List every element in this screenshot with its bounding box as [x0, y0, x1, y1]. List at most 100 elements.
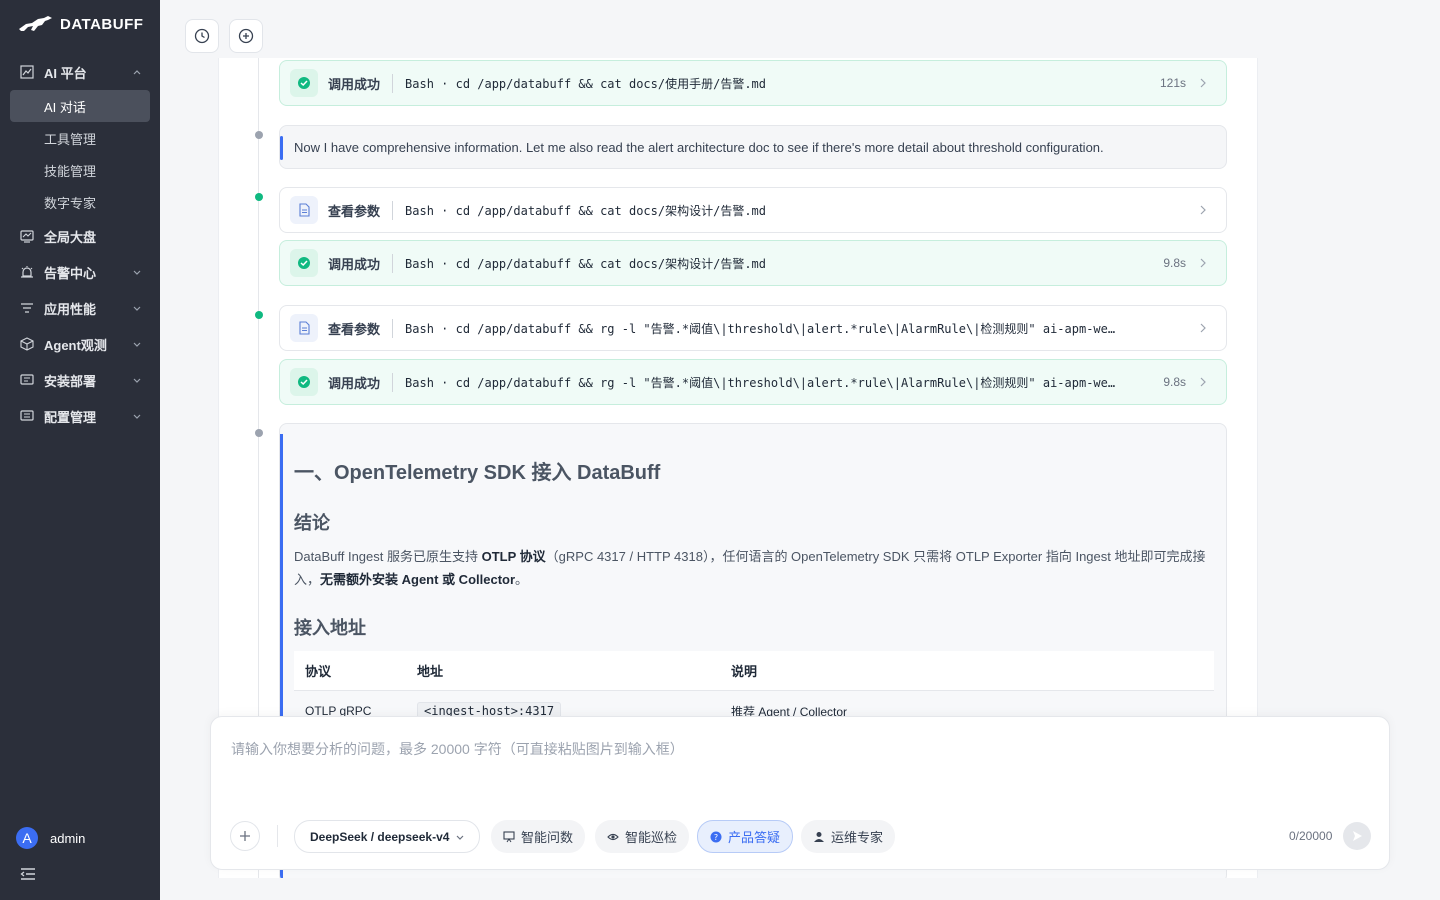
chevron-right-icon — [1200, 377, 1206, 387]
sidebar-item-ai-chat[interactable]: AI 对话 — [10, 90, 150, 122]
mode-label: 智能问数 — [521, 830, 574, 845]
sidebar-item-skill-management[interactable]: 技能管理 — [0, 154, 160, 186]
document-icon — [290, 314, 318, 342]
send-button[interactable] — [1343, 822, 1371, 850]
mode-smart-inspect[interactable]: 智能巡检 — [595, 820, 690, 853]
new-chat-button[interactable] — [229, 19, 263, 53]
history-button[interactable] — [185, 19, 219, 53]
conclusion-paragraph: DataBuff Ingest 服务已原生支持 OTLP 协议（gRPC 431… — [294, 545, 1214, 591]
chevron-up-icon — [132, 67, 142, 77]
model-select[interactable]: DeepSeek / deepseek-v4 — [294, 820, 481, 853]
chevron-down-icon — [456, 835, 464, 840]
tool-call-params-card[interactable]: 查看参数 Bash · cd /app/databuff && rg -l "告… — [279, 305, 1227, 351]
chevron-right-icon — [1200, 323, 1206, 333]
para-text: DataBuff Ingest 服务已原生支持 — [294, 549, 482, 564]
chevron-down-icon — [132, 303, 142, 313]
check-circle-icon — [290, 368, 318, 396]
avatar: A — [16, 827, 38, 849]
sidebar-nav: AI 平台 AI 对话 工具管理 技能管理 数字专家 全局大盘 告警中心 应用性… — [0, 54, 160, 434]
user-profile[interactable]: A admin — [16, 827, 85, 849]
card-duration: 121s — [1159, 76, 1186, 90]
tool-call-params-card[interactable]: 查看参数 Bash · cd /app/databuff && cat docs… — [279, 187, 1227, 233]
conclusion-heading: 结论 — [294, 513, 330, 533]
sidebar: DATABUFF AI 平台 AI 对话 工具管理 技能管理 数字专家 全局大盘 — [0, 0, 160, 900]
agent-icon — [20, 337, 34, 351]
document-icon — [290, 196, 318, 224]
sidebar-group-app-performance[interactable]: 应用性能 — [0, 290, 160, 326]
brand-name: DATABUFF — [60, 15, 144, 33]
apm-icon — [20, 301, 34, 315]
chevron-down-icon — [132, 339, 142, 349]
sidebar-group-ai-platform[interactable]: AI 平台 — [0, 54, 160, 90]
chat-input-box: 请输入你想要分析的问题，最多 20000 字符（可直接粘贴图片到输入框） Dee… — [210, 716, 1390, 870]
sidebar-item-tool-management[interactable]: 工具管理 — [0, 122, 160, 154]
plus-icon — [240, 831, 250, 841]
mode-product-qa[interactable]: ? 产品答疑 — [697, 820, 794, 853]
brand-logo[interactable]: DATABUFF — [18, 12, 143, 36]
model-select-value: DeepSeek / deepseek-v4 — [310, 829, 450, 844]
card-command: Bash · cd /app/databuff && cat docs/使用手册… — [405, 76, 767, 91]
chart-icon — [20, 65, 34, 79]
card-duration: 9.8s — [1163, 375, 1186, 389]
mode-label: 智能巡检 — [625, 830, 678, 845]
address-heading: 接入地址 — [294, 618, 366, 638]
card-title: 调用成功 — [328, 73, 394, 93]
sidebar-group-alert-center[interactable]: 告警中心 — [0, 254, 160, 290]
chevron-right-icon — [1200, 205, 1206, 215]
assistant-thinking-note: Now I have comprehensive information. Le… — [279, 125, 1227, 169]
timeline-dot — [255, 131, 263, 139]
tool-call-success-card[interactable]: 调用成功 Bash · cd /app/databuff && cat docs… — [279, 240, 1227, 286]
sidebar-group-label: 应用性能 — [44, 301, 97, 317]
collapse-sidebar-icon[interactable] — [20, 866, 36, 882]
char-counter: 0/20000 — [1289, 829, 1333, 843]
card-command: Bash · cd /app/databuff && cat docs/架构设计… — [405, 256, 767, 271]
send-icon — [1353, 831, 1362, 841]
sidebar-group-label: Agent观测 — [44, 337, 107, 353]
leopard-logo-icon — [19, 16, 52, 31]
user-name: admin — [50, 830, 86, 846]
attach-button[interactable] — [230, 821, 260, 851]
tool-call-success-card[interactable]: 调用成功 Bash · cd /app/databuff && rg -l "告… — [279, 359, 1227, 405]
chevron-right-icon — [1200, 78, 1206, 88]
svg-text:?: ? — [714, 833, 718, 842]
sidebar-group-label: 全局大盘 — [44, 229, 97, 245]
bar-chart-icon — [503, 830, 515, 843]
card-command: Bash · cd /app/databuff && rg -l "告警.*阈值… — [405, 321, 1116, 336]
table-header-cell: 协议 — [305, 664, 332, 679]
deploy-icon — [20, 373, 34, 387]
config-icon — [20, 409, 34, 423]
question-circle-icon: ? — [710, 831, 722, 843]
para-text: 。 — [515, 572, 529, 587]
chevron-down-icon — [132, 411, 142, 421]
sidebar-group-agent-observe[interactable]: Agent观测 — [0, 326, 160, 362]
mode-label: 运维专家 — [831, 830, 884, 845]
para-bold: OTLP 协议 — [481, 549, 546, 564]
card-duration: 9.8s — [1163, 256, 1186, 270]
sidebar-item-digital-expert[interactable]: 数字专家 — [0, 186, 160, 218]
sidebar-group-install-deploy[interactable]: 安装部署 — [0, 362, 160, 398]
alert-icon — [20, 265, 34, 279]
mode-smart-query[interactable]: 智能问数 — [491, 820, 586, 853]
card-command: Bash · cd /app/databuff && rg -l "告警.*阈值… — [405, 375, 1116, 390]
card-title: 调用成功 — [328, 372, 394, 392]
table-header: 协议 地址 说明 — [294, 651, 1214, 691]
tool-call-success-card[interactable]: 调用成功 Bash · cd /app/databuff && cat docs… — [279, 60, 1227, 106]
sidebar-group-label: 告警中心 — [44, 265, 97, 281]
sidebar-group-label: AI 平台 — [44, 65, 87, 81]
chevron-right-icon — [1200, 258, 1206, 268]
check-circle-icon — [290, 69, 318, 97]
timeline-dot — [255, 311, 263, 319]
timeline-dot — [255, 429, 263, 437]
sidebar-group-global-dashboard[interactable]: 全局大盘 — [0, 218, 160, 254]
table-header-cell: 地址 — [417, 664, 444, 679]
sidebar-group-config-management[interactable]: 配置管理 — [0, 398, 160, 434]
check-circle-icon — [290, 249, 318, 277]
user-icon — [813, 831, 825, 843]
para-bold: 无需额外安装 Agent 或 Collector — [320, 572, 516, 587]
sidebar-group-label: 配置管理 — [44, 409, 97, 425]
divider — [277, 825, 278, 847]
chevron-down-icon — [132, 267, 142, 277]
card-title: 调用成功 — [328, 253, 394, 273]
chat-input[interactable]: 请输入你想要分析的问题，最多 20000 字符（可直接粘贴图片到输入框） — [231, 739, 684, 759]
mode-ops-expert[interactable]: 运维专家 — [801, 820, 896, 853]
